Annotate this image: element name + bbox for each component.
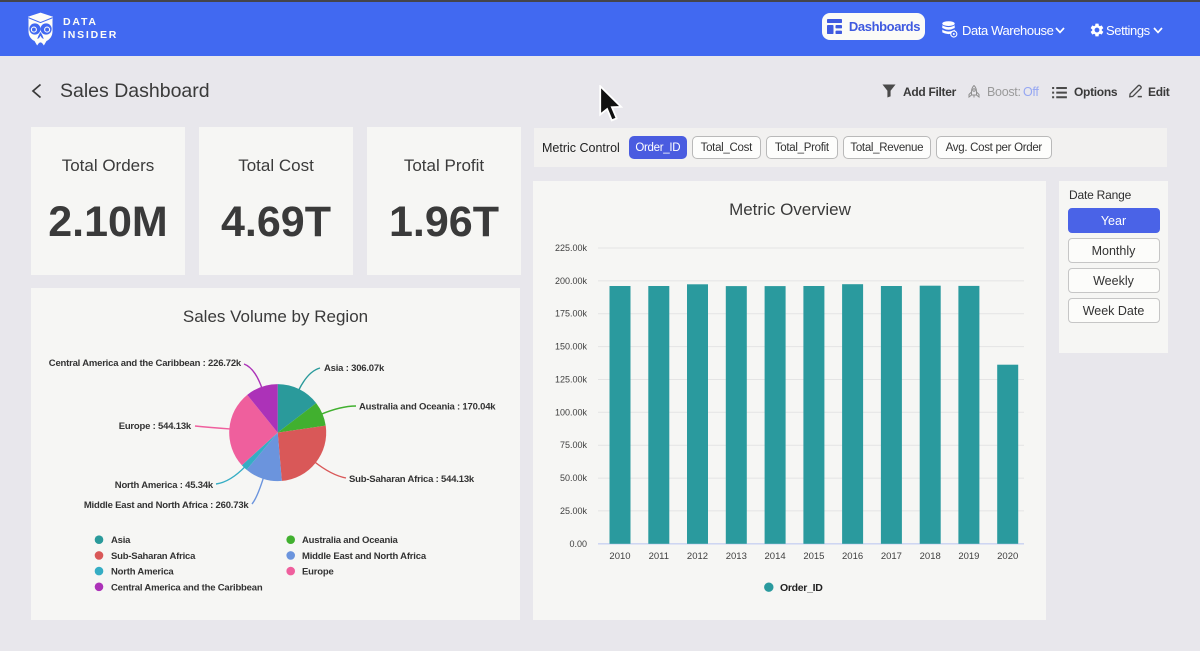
- svg-text:Europe : 544.13k: Europe : 544.13k: [119, 421, 192, 432]
- svg-text:North America : 45.34k: North America : 45.34k: [115, 480, 214, 491]
- svg-text:2020: 2020: [997, 551, 1018, 562]
- svg-text:Australia and Oceania: Australia and Oceania: [302, 535, 399, 546]
- svg-text:North America: North America: [111, 567, 174, 578]
- svg-text:25.00k: 25.00k: [560, 506, 588, 516]
- svg-text:200.00k: 200.00k: [555, 276, 588, 286]
- svg-text:2016: 2016: [842, 551, 863, 562]
- svg-text:Europe: Europe: [302, 567, 334, 578]
- svg-text:2013: 2013: [726, 551, 747, 562]
- svg-text:Central America and the Caribb: Central America and the Caribbean: [111, 582, 263, 593]
- svg-text:100.00k: 100.00k: [555, 407, 588, 417]
- svg-text:2017: 2017: [881, 551, 902, 562]
- svg-text:75.00k: 75.00k: [560, 440, 588, 450]
- svg-text:175.00k: 175.00k: [555, 309, 588, 319]
- svg-text:Metric Overview: Metric Overview: [729, 200, 852, 219]
- svg-text:2019: 2019: [958, 551, 979, 562]
- svg-text:Middle East and North Africa: Middle East and North Africa: [302, 551, 427, 562]
- svg-text:Order_ID: Order_ID: [780, 582, 823, 594]
- svg-text:Sales Volume by Region: Sales Volume by Region: [183, 307, 368, 326]
- svg-text:2018: 2018: [920, 551, 941, 562]
- svg-text:150.00k: 150.00k: [555, 342, 588, 352]
- svg-text:2010: 2010: [609, 551, 630, 562]
- svg-text:2011: 2011: [649, 551, 669, 562]
- svg-text:2012: 2012: [687, 551, 708, 562]
- svg-text:Sub-Saharan Africa: Sub-Saharan Africa: [111, 551, 196, 562]
- svg-text:Central America and the Caribb: Central America and the Caribbean : 226.…: [49, 358, 242, 369]
- svg-text:50.00k: 50.00k: [560, 473, 588, 483]
- svg-text:0.00: 0.00: [569, 539, 587, 549]
- svg-text:Australia and Oceania : 170.04: Australia and Oceania : 170.04k: [359, 402, 496, 413]
- svg-text:125.00k: 125.00k: [555, 375, 588, 385]
- svg-text:Sub-Saharan Africa : 544.13k: Sub-Saharan Africa : 544.13k: [349, 474, 475, 485]
- svg-text:Asia : 306.07k: Asia : 306.07k: [324, 363, 385, 374]
- svg-text:2015: 2015: [803, 551, 824, 562]
- svg-text:2014: 2014: [765, 551, 786, 562]
- svg-text:Asia: Asia: [111, 535, 131, 546]
- svg-text:225.00k: 225.00k: [555, 243, 588, 253]
- svg-text:Middle East and North Africa :: Middle East and North Africa : 260.73k: [84, 500, 250, 511]
